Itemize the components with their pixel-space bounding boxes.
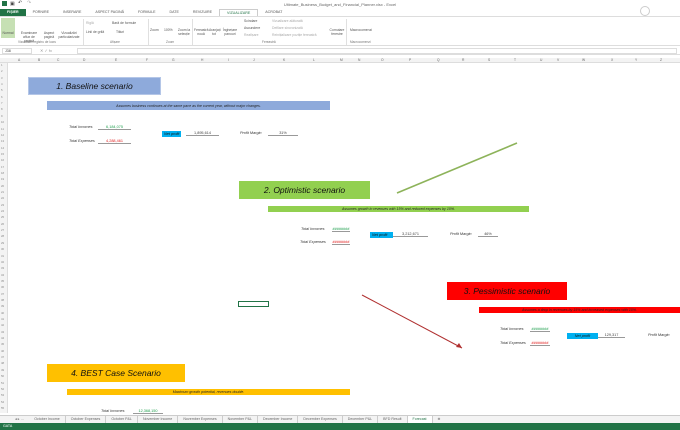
sheet-tab[interactable]: November Expenses	[178, 416, 223, 423]
sheet-tab[interactable]: BFD Result	[378, 416, 408, 423]
scroll-tabs-icon[interactable]: ◂ ▸ …	[10, 416, 29, 423]
add-sheet-icon[interactable]: ⊕	[433, 416, 446, 423]
green-arrow[interactable]	[396, 142, 518, 194]
red-arrow[interactable]	[361, 294, 463, 349]
sheet-tabs: ◂ ▸ … October Income October Expenses Oc…	[0, 415, 680, 424]
sheet-tab[interactable]: November Income	[138, 416, 179, 423]
sheet-tab[interactable]: December P&L	[343, 416, 379, 423]
sheet-tab[interactable]: November P&L	[223, 416, 259, 423]
sheet-tab[interactable]: October Expenses	[66, 416, 107, 423]
sheet-tab[interactable]: December Expenses	[298, 416, 343, 423]
arrows-layer	[361, 142, 518, 349]
status-bar: GATA	[0, 423, 680, 430]
sheet-tab[interactable]: December Income	[258, 416, 299, 423]
sheet-tab[interactable]: October Income	[29, 416, 66, 423]
sheet-tab[interactable]: October P&L	[106, 416, 138, 423]
